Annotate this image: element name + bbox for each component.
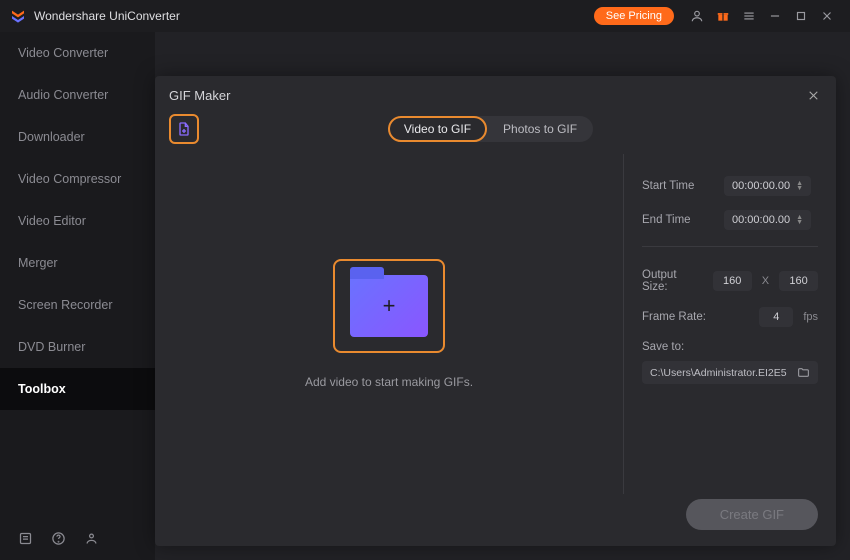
see-pricing-button[interactable]: See Pricing bbox=[594, 7, 674, 25]
start-time-input[interactable]: 00:00:00.00 ▲▼ bbox=[724, 176, 811, 196]
account-icon[interactable] bbox=[684, 3, 710, 29]
main-area: Metadata and edit metadata r from CD GIF… bbox=[155, 32, 850, 560]
end-time-label: End Time bbox=[642, 214, 714, 226]
stepper-icon[interactable]: ▲▼ bbox=[796, 181, 803, 191]
tab-video-to-gif[interactable]: Video to GIF bbox=[388, 116, 487, 142]
sidebar-item-video-compressor[interactable]: Video Compressor bbox=[0, 158, 155, 200]
frame-rate-label: Frame Rate: bbox=[642, 311, 714, 323]
sidebar-item-downloader[interactable]: Downloader bbox=[0, 116, 155, 158]
stepper-icon[interactable]: ▲▼ bbox=[796, 215, 803, 225]
app-title: Wondershare UniConverter bbox=[34, 9, 180, 23]
fps-unit: fps bbox=[803, 311, 818, 323]
sidebar-item-dvd-burner[interactable]: DVD Burner bbox=[0, 326, 155, 368]
user-icon[interactable] bbox=[84, 531, 99, 546]
add-file-icon[interactable] bbox=[169, 114, 199, 144]
drop-text: Add video to start making GIFs. bbox=[305, 375, 473, 389]
gift-icon[interactable] bbox=[710, 3, 736, 29]
help-icon[interactable] bbox=[51, 531, 66, 546]
tab-photos-to-gif[interactable]: Photos to GIF bbox=[487, 116, 593, 142]
sidebar-item-toolbox[interactable]: Toolbox bbox=[0, 368, 155, 410]
save-path-field[interactable]: C:\Users\Administrator.EI2E5 bbox=[642, 361, 818, 384]
start-time-label: Start Time bbox=[642, 180, 714, 192]
sidebar-item-screen-recorder[interactable]: Screen Recorder bbox=[0, 284, 155, 326]
output-size-label: Output Size: bbox=[642, 269, 703, 293]
maximize-icon[interactable] bbox=[788, 3, 814, 29]
tabs: Video to GIF Photos to GIF bbox=[388, 116, 593, 142]
sidebar-item-video-editor[interactable]: Video Editor bbox=[0, 200, 155, 242]
menu-icon[interactable] bbox=[736, 3, 762, 29]
titlebar: Wondershare UniConverter See Pricing bbox=[0, 0, 850, 32]
save-path-text: C:\Users\Administrator.EI2E5 bbox=[650, 367, 789, 379]
end-time-input[interactable]: 00:00:00.00 ▲▼ bbox=[724, 210, 811, 230]
sidebar: Video Converter Audio Converter Download… bbox=[0, 32, 155, 560]
settings-panel: Start Time 00:00:00.00 ▲▼ End Time 00:00… bbox=[624, 154, 836, 494]
close-icon[interactable] bbox=[814, 3, 840, 29]
x-label: X bbox=[762, 275, 769, 287]
modal-close-icon[interactable] bbox=[804, 86, 822, 104]
app-logo-icon bbox=[10, 8, 26, 24]
frame-rate-input[interactable]: 4 bbox=[759, 307, 793, 327]
drop-area: + Add video to start making GIFs. bbox=[155, 154, 624, 494]
sidebar-item-audio-converter[interactable]: Audio Converter bbox=[0, 74, 155, 116]
add-video-button[interactable]: + bbox=[333, 259, 445, 353]
gif-maker-modal: GIF Maker Video to GIF Photos to GIF + A… bbox=[155, 76, 836, 546]
save-to-label: Save to: bbox=[642, 341, 818, 353]
modal-title: GIF Maker bbox=[169, 88, 230, 103]
output-width-input[interactable]: 160 bbox=[713, 271, 752, 291]
manual-icon[interactable] bbox=[18, 531, 33, 546]
create-gif-button[interactable]: Create GIF bbox=[686, 499, 818, 530]
folder-open-icon[interactable] bbox=[797, 366, 810, 379]
output-height-input[interactable]: 160 bbox=[779, 271, 818, 291]
sidebar-item-merger[interactable]: Merger bbox=[0, 242, 155, 284]
folder-icon: + bbox=[350, 275, 428, 337]
sidebar-item-video-converter[interactable]: Video Converter bbox=[0, 32, 155, 74]
minimize-icon[interactable] bbox=[762, 3, 788, 29]
